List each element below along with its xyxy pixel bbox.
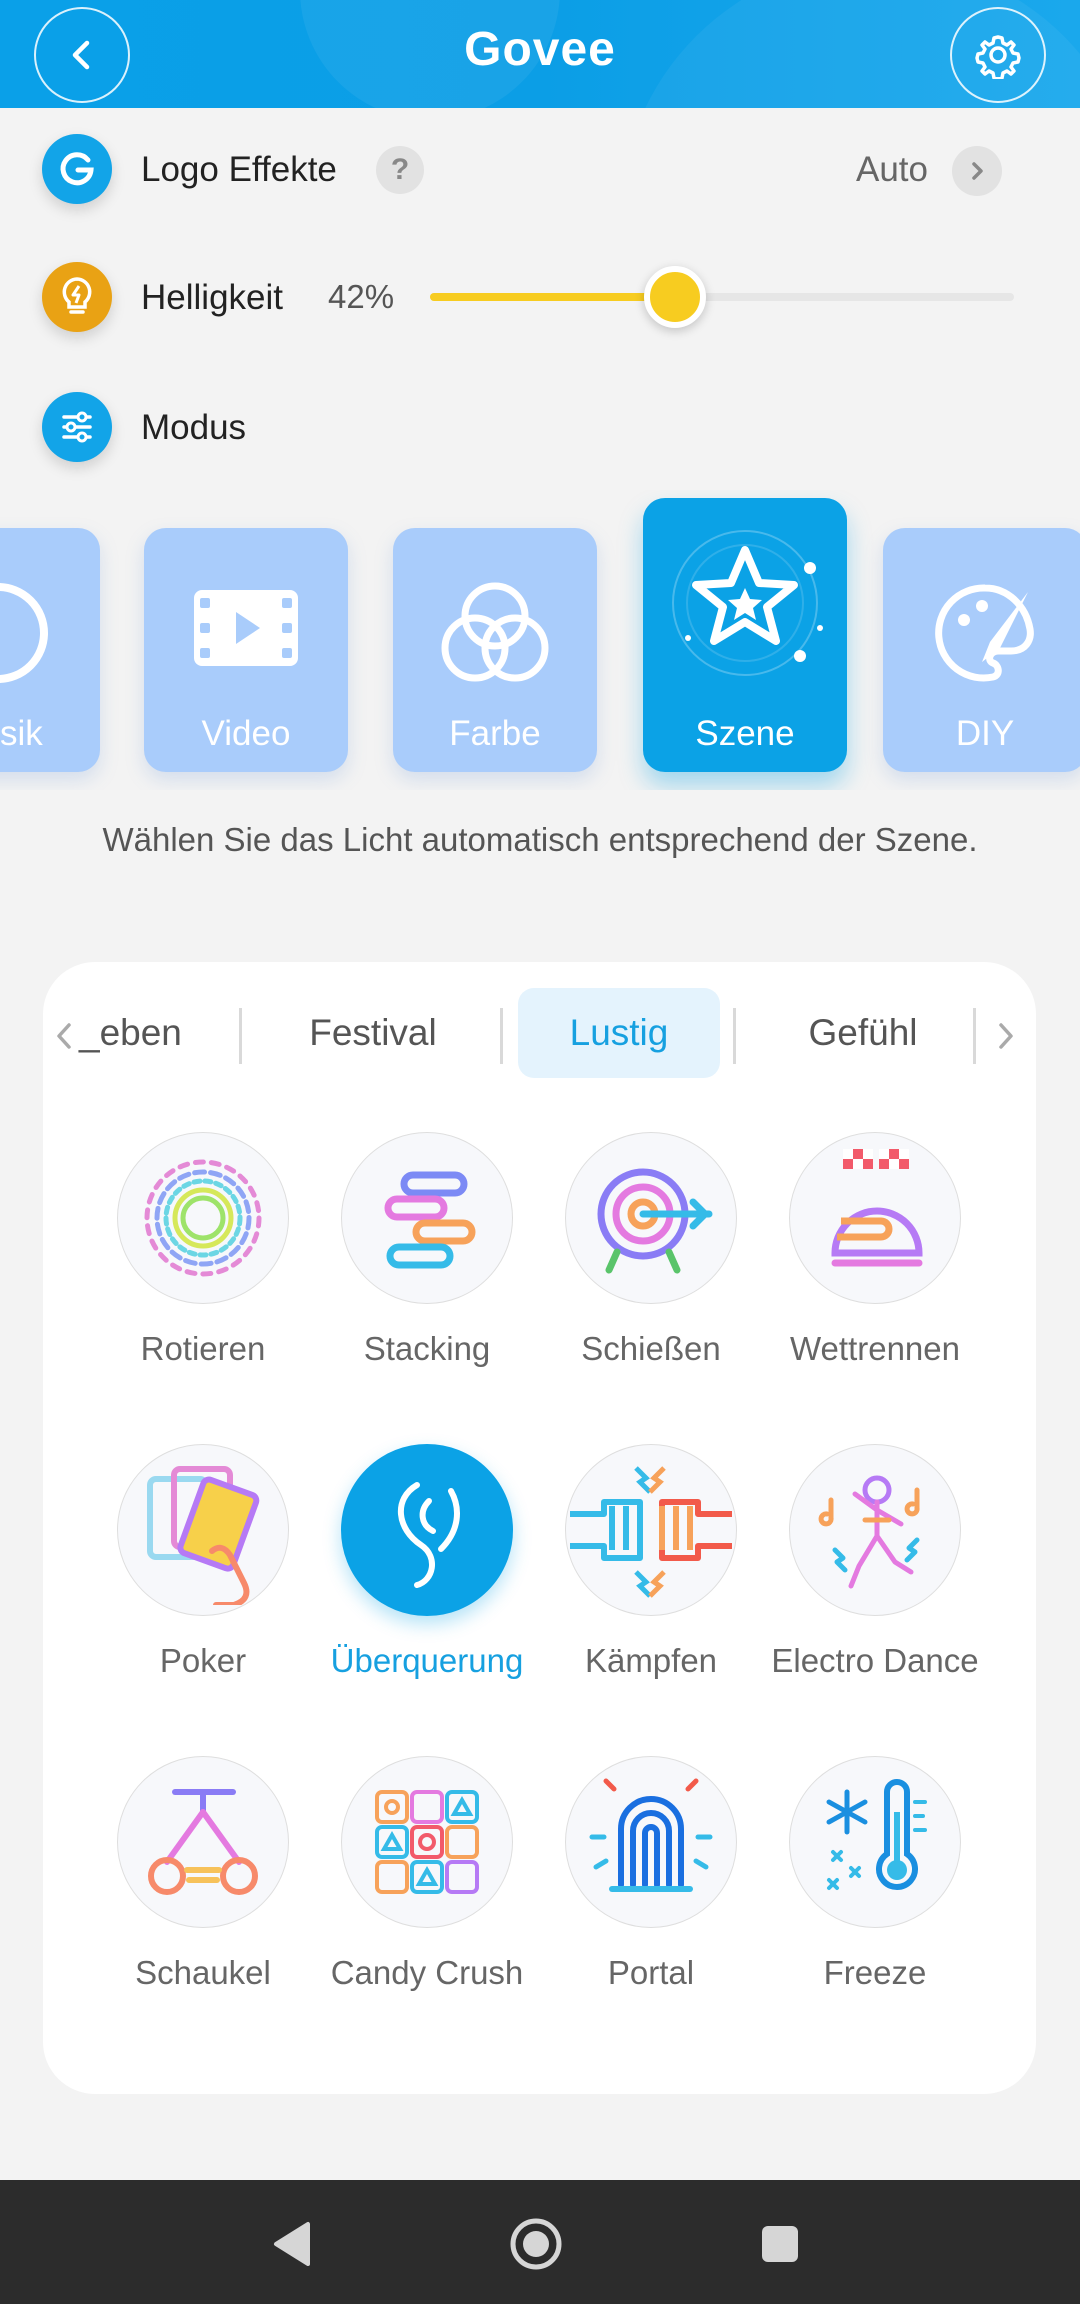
mode-description: Wählen Sie das Licht automatisch entspre… <box>102 821 978 858</box>
nav-home-button[interactable] <box>508 2216 564 2272</box>
scene-panel: _eben Festival Lustig Gefühl Rotieren St… <box>43 962 1036 2094</box>
swing-icon <box>117 1756 289 1928</box>
brightness-slider-thumb[interactable] <box>644 266 707 328</box>
settings-button[interactable] <box>950 7 1046 103</box>
tab-divider <box>973 1008 976 1064</box>
chevron-left-icon <box>57 1023 71 1049</box>
scene-ueberquerung[interactable]: Überquerung <box>317 1444 537 1681</box>
mode-label-scene: Szene <box>695 714 795 753</box>
tab-gefuehl[interactable]: Gefühl <box>753 988 973 1078</box>
scene-electro-dance[interactable]: Electro Dance <box>765 1444 985 1681</box>
scene-wettrennen[interactable]: Wettrennen <box>765 1132 985 1369</box>
cards-icon <box>117 1444 289 1616</box>
scene-label: Freeze <box>823 1954 927 1991</box>
home-circle-icon <box>510 2218 562 2270</box>
scene-label: Rotieren <box>140 1330 266 1367</box>
scene-label: Schießen <box>581 1330 721 1367</box>
category-tabs: _eben Festival Lustig Gefühl <box>43 988 1036 1078</box>
mode-card-music[interactable]: sik <box>0 528 100 772</box>
brightness-slider[interactable] <box>430 266 1014 328</box>
video-icon <box>144 578 348 688</box>
mode-label-video: Video <box>201 714 291 753</box>
scene-rotieren[interactable]: Rotieren <box>93 1132 313 1369</box>
chevron-right-icon <box>972 162 983 180</box>
mode-carousel[interactable]: sik Video Farbe Szene DIY <box>0 490 1080 790</box>
app-header: Govee <box>0 0 1080 108</box>
square-recents-icon <box>762 2226 798 2262</box>
mode-label: Modus <box>141 408 247 447</box>
tab-divider <box>733 1008 736 1064</box>
scene-schaukel[interactable]: Schaukel <box>93 1756 313 1993</box>
snowflake-thermometer-icon <box>789 1756 961 1928</box>
help-icon[interactable]: ? <box>376 146 424 194</box>
star-scene-icon <box>643 528 847 676</box>
music-icon <box>0 578 100 688</box>
scene-freeze[interactable]: Freeze <box>765 1756 985 1993</box>
crossing-icon <box>341 1444 513 1616</box>
scene-label: Stacking <box>363 1330 491 1367</box>
scene-label: Überquerung <box>330 1642 524 1679</box>
brightness-label: Helligkeit <box>141 278 283 317</box>
scene-poker[interactable]: Poker <box>93 1444 313 1681</box>
scene-label: Portal <box>607 1954 695 1991</box>
brightness-slider-fill <box>430 293 676 301</box>
scene-kaempfen[interactable]: Kämpfen <box>541 1444 761 1681</box>
chevron-right-icon <box>999 1023 1013 1049</box>
portal-icon <box>565 1756 737 1928</box>
stacking-icon <box>341 1132 513 1304</box>
system-nav-bar <box>0 2180 1080 2304</box>
scene-candy-crush[interactable]: Candy Crush <box>317 1756 537 1993</box>
nav-recents-button[interactable] <box>752 2216 808 2272</box>
logo-effects-chevron-button[interactable] <box>952 146 1002 196</box>
nav-back-button[interactable] <box>264 2216 320 2272</box>
tab-festival[interactable]: Festival <box>258 988 488 1078</box>
mode-card-video[interactable]: Video <box>144 528 348 772</box>
fists-icon <box>565 1444 737 1616</box>
scene-label: Wettrennen <box>790 1330 960 1367</box>
tab-lustig[interactable]: Lustig <box>518 988 720 1078</box>
logo-effects-value[interactable]: Auto <box>856 150 928 190</box>
scene-label: Poker <box>159 1642 247 1679</box>
gear-icon <box>975 35 1021 79</box>
sliders-icon <box>42 392 112 462</box>
govee-g-icon <box>42 134 112 204</box>
mode-row: Modus <box>0 382 1080 472</box>
racing-helmet-icon <box>789 1132 961 1304</box>
logo-effects-row[interactable]: Logo Effekte ? Auto <box>0 124 1080 214</box>
scene-label: Kämpfen <box>584 1642 718 1679</box>
palette-brush-icon <box>883 578 1080 688</box>
scene-label: Candy Crush <box>330 1954 524 1991</box>
candy-grid-icon <box>341 1756 513 1928</box>
mode-card-color[interactable]: Farbe <box>393 528 597 772</box>
mode-label-music: sik <box>0 714 43 753</box>
tab-divider <box>239 1008 242 1064</box>
brightness-row: Helligkeit 42% <box>0 252 1080 342</box>
bulb-icon <box>42 262 112 332</box>
brightness-percent: 42% <box>328 278 395 315</box>
mode-card-diy[interactable]: DIY <box>883 528 1080 772</box>
dancer-icon <box>789 1444 961 1616</box>
scene-label: Electro Dance <box>771 1642 979 1679</box>
tab-leben[interactable]: _eben <box>79 988 219 1078</box>
govee-logo: Govee <box>464 23 616 76</box>
tab-divider <box>500 1008 503 1064</box>
mode-card-scene[interactable]: Szene <box>643 498 847 772</box>
tab-scroll-right-button[interactable] <box>991 1016 1021 1056</box>
logo-effects-label: Logo Effekte <box>141 150 337 189</box>
mode-label-diy: DIY <box>955 714 1015 753</box>
rotate-icon <box>117 1132 289 1304</box>
tab-scroll-left-button[interactable] <box>49 1016 79 1056</box>
scene-stacking[interactable]: Stacking <box>317 1132 537 1369</box>
mode-label-color: Farbe <box>449 714 541 753</box>
scene-schiessen[interactable]: Schießen <box>541 1132 761 1369</box>
triangle-back-icon <box>274 2222 310 2266</box>
color-circles-icon <box>393 578 597 688</box>
scene-label: Schaukel <box>135 1954 271 1991</box>
scene-portal[interactable]: Portal <box>541 1756 761 1993</box>
target-icon <box>565 1132 737 1304</box>
